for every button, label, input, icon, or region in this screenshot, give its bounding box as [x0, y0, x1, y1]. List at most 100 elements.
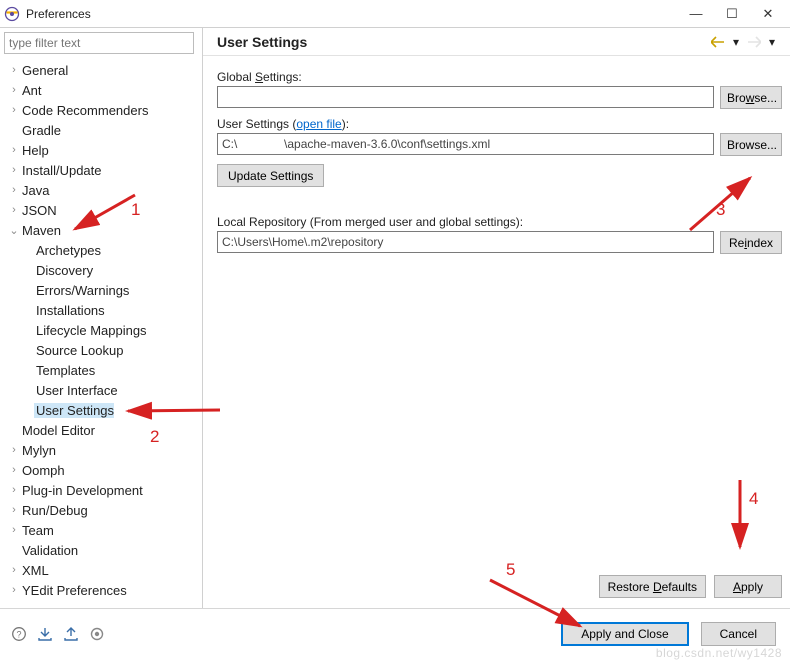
- tree-item-oomph[interactable]: ›Oomph: [4, 460, 202, 480]
- tree-item-user-interface[interactable]: User Interface: [4, 380, 202, 400]
- tree-item-code-recommenders[interactable]: ›Code Recommenders: [4, 100, 202, 120]
- tree-item-label: Installations: [34, 303, 105, 318]
- tree-item-yedit-preferences[interactable]: ›YEdit Preferences: [4, 580, 202, 600]
- expand-icon[interactable]: ›: [8, 524, 20, 536]
- tree-item-lifecycle-mappings[interactable]: Lifecycle Mappings: [4, 320, 202, 340]
- local-repo-label: Local Repository (From merged user and g…: [217, 215, 782, 229]
- tree-item-label: Install/Update: [20, 163, 102, 178]
- tree-item-label: User Interface: [34, 383, 118, 398]
- tree-item-gradle[interactable]: Gradle: [4, 120, 202, 140]
- tree-item-source-lookup[interactable]: Source Lookup: [4, 340, 202, 360]
- tree-item-plug-in-development[interactable]: ›Plug-in Development: [4, 480, 202, 500]
- main-split: ›General›Ant›Code RecommendersGradle›Hel…: [0, 28, 790, 608]
- close-button[interactable]: ✕: [750, 1, 786, 27]
- cancel-button[interactable]: Cancel: [701, 622, 776, 646]
- tree-item-install-update[interactable]: ›Install/Update: [4, 160, 202, 180]
- tree-item-label: Code Recommenders: [20, 103, 148, 118]
- expand-icon[interactable]: ›: [8, 144, 20, 156]
- page-panel: User Settings ▾ ▾ Global Settings: Brows…: [203, 28, 790, 608]
- tree-item-archetypes[interactable]: Archetypes: [4, 240, 202, 260]
- tree-item-label: Errors/Warnings: [34, 283, 129, 298]
- tree-item-run-debug[interactable]: ›Run/Debug: [4, 500, 202, 520]
- tree-item-label: Validation: [20, 543, 78, 558]
- tree-item-validation[interactable]: Validation: [4, 540, 202, 560]
- tree-item-templates[interactable]: Templates: [4, 360, 202, 380]
- expand-icon[interactable]: ›: [8, 584, 20, 596]
- tree-item-java[interactable]: ›Java: [4, 180, 202, 200]
- reindex-button[interactable]: Reindex: [720, 231, 782, 254]
- tree-item-label: Oomph: [20, 463, 65, 478]
- tree-item-json[interactable]: ›JSON: [4, 200, 202, 220]
- expand-icon[interactable]: ›: [8, 564, 20, 576]
- expand-icon[interactable]: ›: [8, 444, 20, 456]
- tree-item-model-editor[interactable]: Model Editor: [4, 420, 202, 440]
- tree-item-label: XML: [20, 563, 49, 578]
- tree-item-label: Templates: [34, 363, 95, 378]
- window-title: Preferences: [26, 7, 678, 21]
- tree-item-label: General: [20, 63, 68, 78]
- global-settings-input[interactable]: [217, 86, 714, 108]
- user-settings-input[interactable]: [217, 133, 714, 155]
- import-icon[interactable]: [36, 625, 54, 643]
- expand-icon[interactable]: ›: [8, 164, 20, 176]
- expand-icon[interactable]: ›: [8, 464, 20, 476]
- expand-icon[interactable]: ›: [8, 184, 20, 196]
- user-settings-label: User Settings (open file):: [217, 117, 782, 131]
- tree-item-label: Mylyn: [20, 443, 56, 458]
- sidebar: ›General›Ant›Code RecommendersGradle›Hel…: [0, 28, 202, 608]
- tree-item-mylyn[interactable]: ›Mylyn: [4, 440, 202, 460]
- browse-user-button[interactable]: Browse...: [720, 133, 782, 156]
- browse-global-button[interactable]: Browse...: [720, 86, 782, 109]
- export-icon[interactable]: [62, 625, 80, 643]
- tree-item-label: Maven: [20, 223, 61, 238]
- svg-text:?: ?: [16, 629, 21, 639]
- filter-input[interactable]: [4, 32, 194, 54]
- tree-item-team[interactable]: ›Team: [4, 520, 202, 540]
- preferences-tree[interactable]: ›General›Ant›Code RecommendersGradle›Hel…: [4, 58, 202, 604]
- maximize-button[interactable]: ☐: [714, 1, 750, 27]
- watermark: blog.csdn.net/wy1428: [656, 646, 782, 660]
- expand-icon[interactable]: ›: [8, 504, 20, 516]
- help-icon[interactable]: ?: [10, 625, 28, 643]
- tree-item-label: Model Editor: [20, 423, 95, 438]
- expand-icon[interactable]: ⌄: [8, 224, 20, 237]
- app-icon: [4, 6, 20, 22]
- tree-item-label: JSON: [20, 203, 57, 218]
- expand-icon[interactable]: ›: [8, 104, 20, 116]
- tree-item-errors-warnings[interactable]: Errors/Warnings: [4, 280, 202, 300]
- tree-item-help[interactable]: ›Help: [4, 140, 202, 160]
- expand-icon[interactable]: ›: [8, 204, 20, 216]
- page-header: User Settings ▾ ▾: [203, 28, 790, 56]
- apply-and-close-button[interactable]: Apply and Close: [561, 622, 688, 646]
- expand-icon[interactable]: ›: [8, 484, 20, 496]
- tree-item-label: Source Lookup: [34, 343, 123, 358]
- back-icon[interactable]: [710, 34, 726, 50]
- forward-menu-icon[interactable]: ▾: [764, 34, 780, 50]
- tree-item-ant[interactable]: ›Ant: [4, 80, 202, 100]
- restore-defaults-button[interactable]: Restore Defaults: [599, 575, 706, 598]
- page-content: Global Settings: Browse... User Settings…: [203, 56, 790, 608]
- tree-item-user-settings[interactable]: User Settings: [4, 400, 202, 420]
- tree-item-label: Ant: [20, 83, 42, 98]
- minimize-button[interactable]: —: [678, 1, 714, 27]
- forward-icon: [746, 34, 762, 50]
- update-settings-button[interactable]: Update Settings: [217, 164, 324, 187]
- tree-item-maven[interactable]: ⌄Maven: [4, 220, 202, 240]
- tree-item-label: Archetypes: [34, 243, 101, 258]
- tree-item-label: YEdit Preferences: [20, 583, 127, 598]
- tree-item-label: Plug-in Development: [20, 483, 143, 498]
- open-file-link[interactable]: open file: [296, 117, 341, 131]
- tree-item-general[interactable]: ›General: [4, 60, 202, 80]
- page-title: User Settings: [217, 34, 708, 50]
- tree-item-label: Gradle: [20, 123, 61, 138]
- tree-item-discovery[interactable]: Discovery: [4, 260, 202, 280]
- titlebar: Preferences — ☐ ✕: [0, 0, 790, 28]
- oomph-icon[interactable]: [88, 625, 106, 643]
- back-menu-icon[interactable]: ▾: [728, 34, 744, 50]
- expand-icon[interactable]: ›: [8, 64, 20, 76]
- local-repo-input[interactable]: [217, 231, 714, 253]
- tree-item-xml[interactable]: ›XML: [4, 560, 202, 580]
- apply-button[interactable]: Apply: [714, 575, 782, 598]
- tree-item-installations[interactable]: Installations: [4, 300, 202, 320]
- expand-icon[interactable]: ›: [8, 84, 20, 96]
